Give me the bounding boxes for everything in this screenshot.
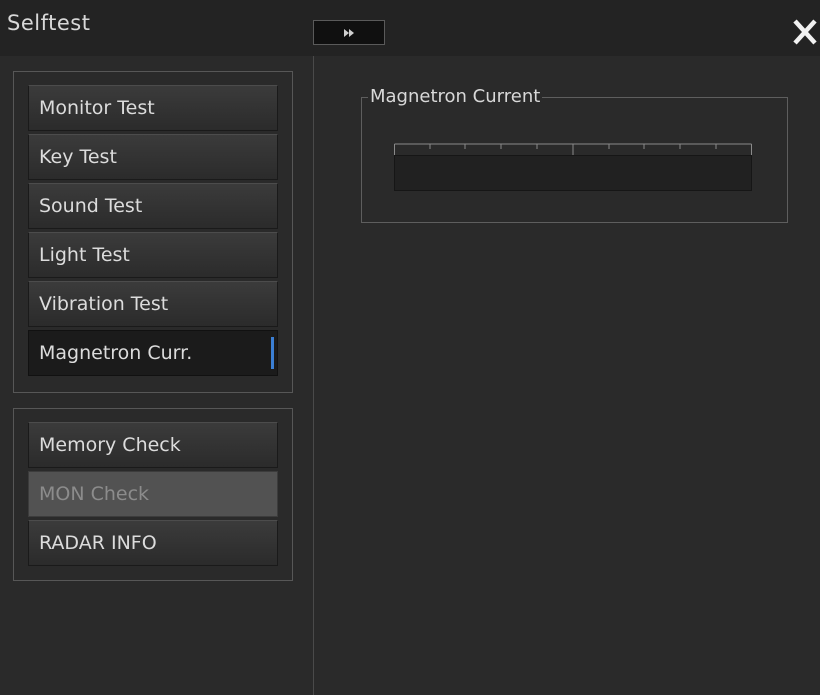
light-test-button[interactable]: Light Test — [28, 232, 278, 278]
mon-check-label: MON Check — [39, 483, 150, 505]
selected-indicator — [271, 337, 274, 369]
magnetron-curr-button[interactable]: Magnetron Curr. — [28, 330, 278, 376]
close-icon — [793, 19, 817, 45]
magnetron-current-meter — [394, 143, 752, 191]
title-bar: Selftest — [0, 0, 820, 56]
mon-check-button: MON Check — [28, 471, 278, 517]
pane-divider — [313, 56, 314, 695]
vibration-test-label: Vibration Test — [39, 293, 169, 315]
magnetron-curr-label: Magnetron Curr. — [39, 342, 193, 364]
light-test-label: Light Test — [39, 244, 130, 266]
sound-test-button[interactable]: Sound Test — [28, 183, 278, 229]
forward-button[interactable] — [313, 20, 385, 45]
memory-check-button[interactable]: Memory Check — [28, 422, 278, 468]
selftest-window: Selftest Monitor Test Key Test Sound Tes… — [0, 0, 820, 695]
meter-bar — [394, 155, 752, 191]
magnetron-current-title: Magnetron Current — [368, 85, 543, 109]
sound-test-label: Sound Test — [39, 195, 143, 217]
close-button[interactable] — [790, 12, 820, 52]
key-test-label: Key Test — [39, 146, 117, 168]
monitor-test-button[interactable]: Monitor Test — [28, 85, 278, 131]
monitor-test-label: Monitor Test — [39, 97, 155, 119]
key-test-button[interactable]: Key Test — [28, 134, 278, 180]
memory-check-label: Memory Check — [39, 434, 181, 456]
radar-info-label: RADAR INFO — [39, 532, 157, 554]
double-chevron-right-icon — [344, 28, 354, 37]
window-title: Selftest — [7, 11, 91, 35]
radar-info-button[interactable]: RADAR INFO — [28, 520, 278, 566]
vibration-test-button[interactable]: Vibration Test — [28, 281, 278, 327]
